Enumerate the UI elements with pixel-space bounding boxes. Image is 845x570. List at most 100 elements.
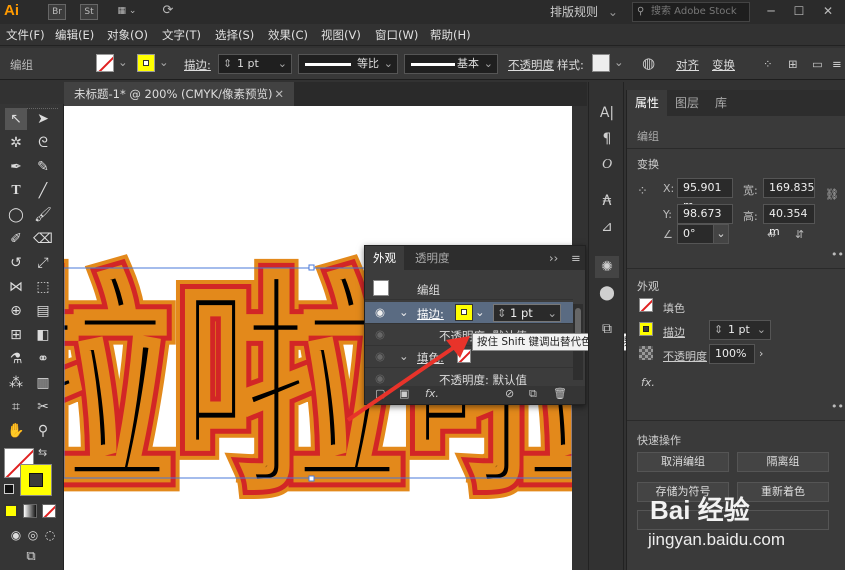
appearance-row-stroke[interactable]: ◉ ⌄ 描边: ⌄ ⇕ 1 pt ⌄ (365, 302, 573, 324)
text-wrap-icon[interactable]: ⊿ (595, 216, 619, 238)
selection-handle-bottom[interactable] (308, 475, 315, 482)
stroke-color-box[interactable] (20, 464, 52, 496)
props-fx-button[interactable]: fx. (641, 376, 655, 389)
chevron-down-icon[interactable]: ⌄ (713, 224, 729, 244)
glyphs-panel-icon[interactable]: ₳ (595, 190, 619, 212)
width-input[interactable]: 169.835 (763, 178, 815, 198)
isolate-icon[interactable]: ▭ (812, 57, 823, 71)
artboard-tool-icon[interactable]: ⌗ (5, 396, 27, 418)
gradient-tool-icon[interactable]: ◧ (32, 324, 54, 346)
flip-horizontal-icon[interactable]: ⇹ (767, 228, 776, 241)
more-options-icon[interactable]: ••• (831, 400, 845, 413)
minimize-button[interactable]: ─ (758, 0, 784, 22)
close-tab-icon[interactable]: ✕ (274, 82, 284, 106)
props-stroke-weight-input[interactable]: ⇕ 1 pt ⌄ (709, 320, 771, 340)
document-tab[interactable]: 未标题-1* @ 200% (CMYK/像素预览) ✕ (64, 82, 294, 106)
stepper-icon[interactable]: ⇕ (497, 305, 507, 321)
tab-properties[interactable]: 属性 (627, 90, 668, 116)
character-panel-icon[interactable]: A| (595, 102, 619, 124)
clear-appearance-icon[interactable]: ⊘ (505, 387, 514, 400)
control-bar-menu-icon[interactable]: ≡ (832, 57, 842, 71)
menu-object[interactable]: 对象(O) (107, 27, 148, 43)
tab-layers[interactable]: 图层 (667, 90, 707, 116)
menu-file[interactable]: 文件(F) (6, 27, 45, 43)
menu-help[interactable]: 帮助(H) (430, 27, 471, 43)
panel-menu-icon[interactable]: ≡ (563, 246, 589, 270)
free-transform-tool-icon[interactable]: ⬚ (32, 276, 54, 298)
fill-dropdown-chevron-icon[interactable]: ⌄ (118, 55, 128, 69)
stroke-row-label[interactable]: 描边: (417, 306, 444, 322)
menu-edit[interactable]: 编辑(E) (55, 27, 94, 43)
magic-wand-tool-icon[interactable]: ✲ (5, 132, 27, 154)
stroke-label[interactable]: 描边: (184, 57, 211, 73)
duplicate-item-icon[interactable]: ⧉ (529, 387, 537, 401)
align-button[interactable]: 对齐 (676, 57, 699, 73)
visibility-eye-icon[interactable]: ◉ (375, 305, 385, 319)
chevron-down-icon[interactable]: ⌄ (399, 305, 409, 319)
appearance-stroke-weight-input[interactable]: ⇕ 1 pt ⌄ (493, 304, 561, 322)
menu-type[interactable]: 文字(T) (162, 27, 201, 43)
delete-item-icon[interactable]: 🗑 (553, 387, 567, 400)
props-stroke-swatch[interactable] (639, 322, 653, 336)
screen-mode-icon[interactable]: ⧉ (20, 546, 42, 568)
gpu-performance-icon[interactable]: ⟳ (158, 4, 178, 20)
blend-tool-icon[interactable]: ⚭ (32, 348, 54, 370)
brush-definition-select[interactable]: 基本 ⌄ (404, 54, 498, 74)
stroke-dropdown-chevron-icon[interactable]: ⌄ (159, 55, 169, 69)
none-mode-icon[interactable] (42, 504, 56, 518)
shaper-tool-icon[interactable]: ✐ (5, 228, 27, 250)
bridge-icon[interactable]: Br (48, 4, 66, 20)
stroke-weight-input[interactable]: ⇕ 1 pt ⌄ (218, 54, 292, 74)
ungroup-button[interactable]: 取消编组 (637, 452, 729, 472)
link-proportions-icon[interactable]: ⛓ (825, 188, 839, 201)
selection-handle-top[interactable] (308, 264, 315, 271)
props-opacity-label[interactable]: 不透明度 (663, 348, 707, 364)
recolor-artwork-icon[interactable]: ◍ (642, 54, 655, 72)
graphic-style-swatch[interactable] (592, 54, 610, 72)
chevron-down-icon[interactable]: ⌄ (475, 305, 485, 319)
stepper-icon[interactable]: ⇕ (714, 321, 723, 339)
scale-tool-icon[interactable]: ⤢ (32, 252, 54, 274)
chevron-down-icon[interactable]: ⌄ (757, 321, 766, 339)
tab-appearance[interactable]: 外观 (365, 246, 404, 270)
line-tool-icon[interactable]: ╱ (32, 180, 54, 202)
props-opacity-input[interactable]: 100% (709, 344, 755, 364)
props-stroke-label[interactable]: 描边 (663, 324, 685, 340)
menu-effect[interactable]: 效果(C) (268, 27, 308, 43)
y-position-input[interactable]: 98.673 m (677, 204, 733, 238)
fill-swatch[interactable] (96, 54, 114, 72)
menu-window[interactable]: 窗口(W) (375, 27, 418, 43)
chevron-down-icon[interactable]: ⌄ (614, 55, 624, 69)
swap-fill-stroke-icon[interactable]: ⇆ (38, 446, 47, 459)
curvature-tool-icon[interactable]: ✎ (32, 156, 54, 178)
align-options-icon[interactable]: ⊞ (788, 57, 798, 71)
eyedropper-tool-icon[interactable]: ⚗ (5, 348, 27, 370)
slice-tool-icon[interactable]: ✂ (32, 396, 54, 418)
maximize-button[interactable]: ☐ (786, 0, 812, 22)
height-input[interactable]: 40.354 m (763, 204, 815, 238)
shape-builder-tool-icon[interactable]: ⊕ (5, 300, 27, 322)
reference-point-icon[interactable]: ⁘ (637, 184, 648, 199)
recolor-button[interactable]: 重新着色 (737, 482, 829, 502)
chevron-down-icon[interactable]: ⌄ (278, 55, 287, 73)
column-graph-tool-icon[interactable]: ▥ (32, 372, 54, 394)
reference-point-icon[interactable]: ⁘ (763, 57, 773, 71)
layers-icon[interactable]: ⧉ (595, 318, 619, 340)
x-position-input[interactable]: 95.901 m (677, 178, 733, 212)
more-options-icon[interactable]: ••• (831, 248, 845, 261)
default-colors-icon[interactable] (4, 484, 14, 494)
workspace-switcher[interactable]: 排版规则 ⌄ (544, 2, 626, 22)
symbol-sprayer-tool-icon[interactable]: ⁂ (5, 372, 27, 394)
chevron-right-icon[interactable]: › (759, 347, 763, 360)
appearance-row-group[interactable]: 编组 (365, 278, 573, 300)
gradient-mode-icon[interactable] (23, 504, 37, 518)
lasso-tool-icon[interactable]: ᘓ (32, 132, 54, 154)
close-window-button[interactable]: ✕ (815, 0, 841, 22)
menu-view[interactable]: 视图(V) (321, 27, 361, 43)
type-tool-icon[interactable]: T (5, 180, 27, 202)
stroke-color-swatch[interactable] (455, 304, 473, 321)
draw-inside-icon[interactable]: ◌ (39, 524, 61, 546)
pen-tool-icon[interactable]: ✒ (5, 156, 27, 178)
arrange-documents-icon[interactable]: ▦ ⌄ (110, 4, 144, 20)
appearance-panel-icon[interactable]: ✺ (595, 256, 619, 278)
